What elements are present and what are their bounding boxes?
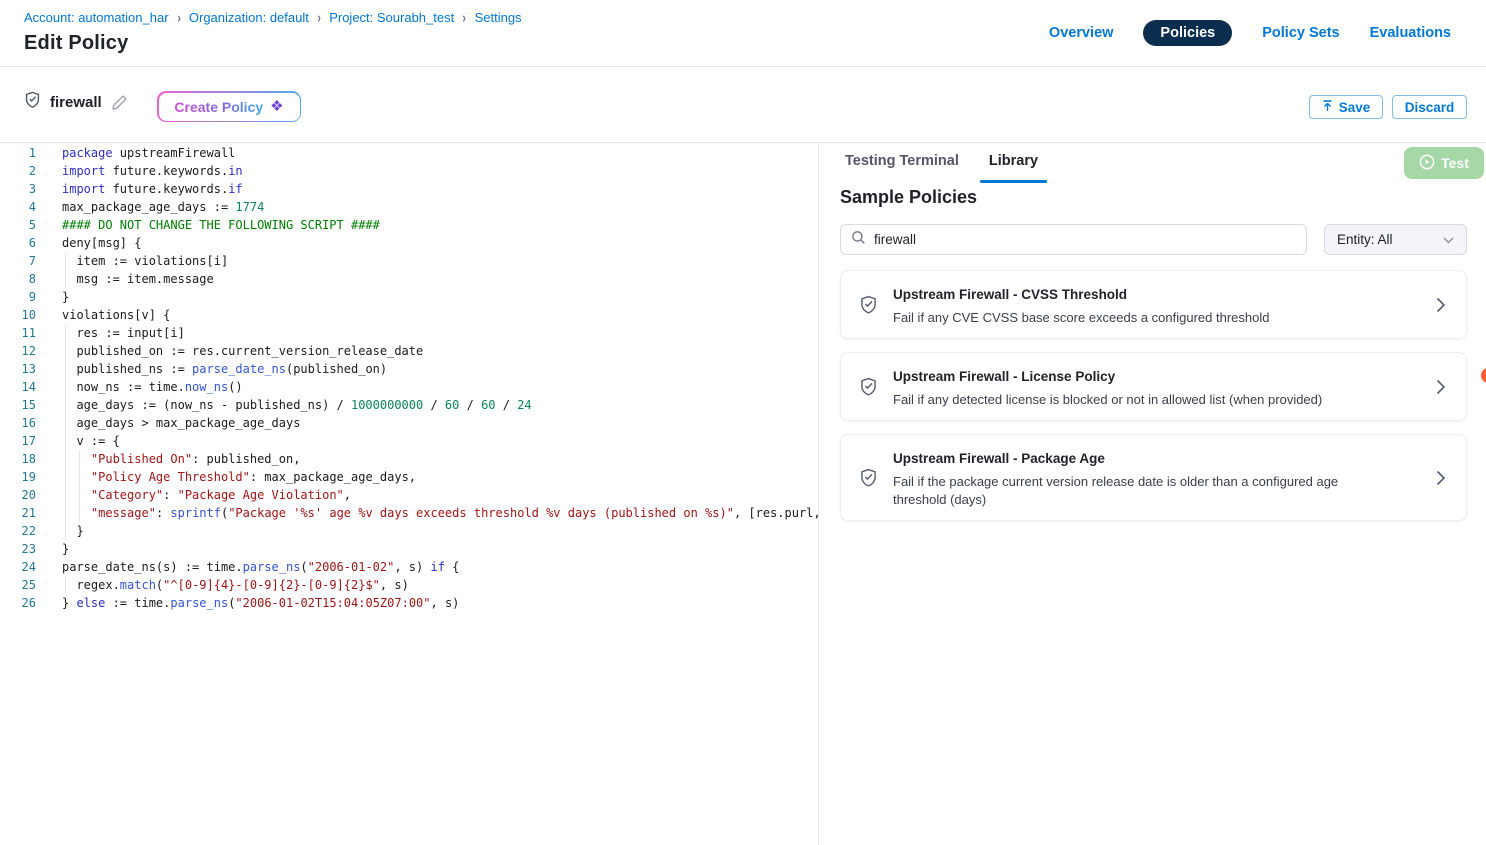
chevron-down-icon: [1443, 232, 1454, 247]
breadcrumb-separator-icon: ›: [177, 9, 180, 26]
breadcrumb-link-project[interactable]: Project: Sourabh_test: [329, 10, 454, 25]
breadcrumb-separator-icon: ›: [463, 9, 466, 26]
sample-policy-item-package-age[interactable]: Upstream Firewall - Package Age Fail if …: [840, 434, 1467, 521]
tab-testing-terminal[interactable]: Testing Terminal: [845, 153, 959, 183]
shield-check-icon: [24, 91, 41, 114]
sample-policy-item-cvss-threshold[interactable]: Upstream Firewall - CVSS Threshold Fail …: [840, 270, 1467, 339]
create-policy-label: Create Policy: [174, 99, 263, 115]
editor-line-numbers: 1234567891011121314151617181920212223242…: [0, 143, 36, 845]
policy-item-description: Fail if any detected license is blocked …: [893, 391, 1353, 409]
edit-policy-page: Account: automation_har › Organization: …: [0, 0, 1486, 845]
library-panel: Testing Terminal Library Test Sample Pol…: [820, 143, 1486, 845]
search-icon: [851, 230, 866, 250]
shield-check-icon: [859, 468, 878, 493]
nav-pill-policies[interactable]: Policies: [1143, 20, 1232, 46]
policy-name: firewall: [50, 94, 102, 111]
toolbar: firewall Create Policy ❖ Save D: [0, 67, 1486, 142]
policy-item-title: Upstream Firewall - Package Age: [893, 451, 1422, 466]
editor-code[interactable]: package upstreamFirewallimport future.ke…: [62, 143, 818, 845]
policy-item-description: Fail if the package current version rele…: [893, 473, 1353, 509]
test-button[interactable]: Test: [1404, 147, 1484, 179]
play-circle-icon: [1419, 154, 1435, 173]
create-policy-button[interactable]: Create Policy ❖: [157, 91, 301, 122]
aida-sparkle-icon: ❖: [270, 99, 283, 114]
policy-identity: firewall: [24, 91, 128, 114]
upload-icon: [1322, 100, 1333, 115]
sample-policy-item-license-policy[interactable]: Upstream Firewall - License Policy Fail …: [840, 352, 1467, 421]
shield-check-icon: [859, 377, 878, 402]
nav-link-evaluations[interactable]: Evaluations: [1370, 25, 1451, 41]
sample-policies-heading: Sample Policies: [840, 187, 977, 208]
breadcrumb-link-organization[interactable]: Organization: default: [189, 10, 309, 25]
entity-filter-dropdown[interactable]: Entity: All: [1324, 224, 1467, 255]
nav-link-overview[interactable]: Overview: [1049, 25, 1114, 41]
policy-item-title: Upstream Firewall - CVSS Threshold: [893, 287, 1422, 302]
page-title: Edit Policy: [24, 32, 128, 55]
tab-library[interactable]: Library: [989, 153, 1038, 183]
save-button-label: Save: [1339, 100, 1371, 115]
test-button-label: Test: [1441, 155, 1469, 171]
policy-item-description: Fail if any CVE CVSS base score exceeds …: [893, 309, 1353, 327]
page-header: Account: automation_har › Organization: …: [0, 0, 1486, 67]
breadcrumb: Account: automation_har › Organization: …: [24, 10, 522, 25]
code-editor[interactable]: 1234567891011121314151617181920212223242…: [0, 143, 818, 845]
shield-check-icon: [859, 295, 878, 320]
entity-filter-value: Entity: All: [1337, 232, 1393, 247]
policy-item-title: Upstream Firewall - License Policy: [893, 369, 1422, 384]
discard-button-label: Discard: [1405, 100, 1455, 115]
top-nav: Overview Policies Policy Sets Evaluation…: [1049, 20, 1451, 46]
breadcrumb-link-settings[interactable]: Settings: [475, 10, 522, 25]
breadcrumb-separator-icon: ›: [317, 9, 320, 26]
nav-link-policy-sets[interactable]: Policy Sets: [1262, 25, 1339, 41]
chevron-right-icon[interactable]: [1436, 297, 1446, 318]
discard-button[interactable]: Discard: [1392, 95, 1467, 119]
edit-pencil-icon[interactable]: [111, 94, 128, 111]
save-button[interactable]: Save: [1309, 95, 1383, 119]
chevron-right-icon[interactable]: [1436, 379, 1446, 400]
editor-panel-divider: [818, 142, 819, 845]
chevron-right-icon[interactable]: [1436, 470, 1446, 491]
search-box[interactable]: [840, 224, 1307, 255]
search-input[interactable]: [874, 232, 1296, 247]
panel-tabs: Testing Terminal Library: [845, 153, 1038, 183]
breadcrumb-link-account[interactable]: Account: automation_har: [24, 10, 169, 25]
